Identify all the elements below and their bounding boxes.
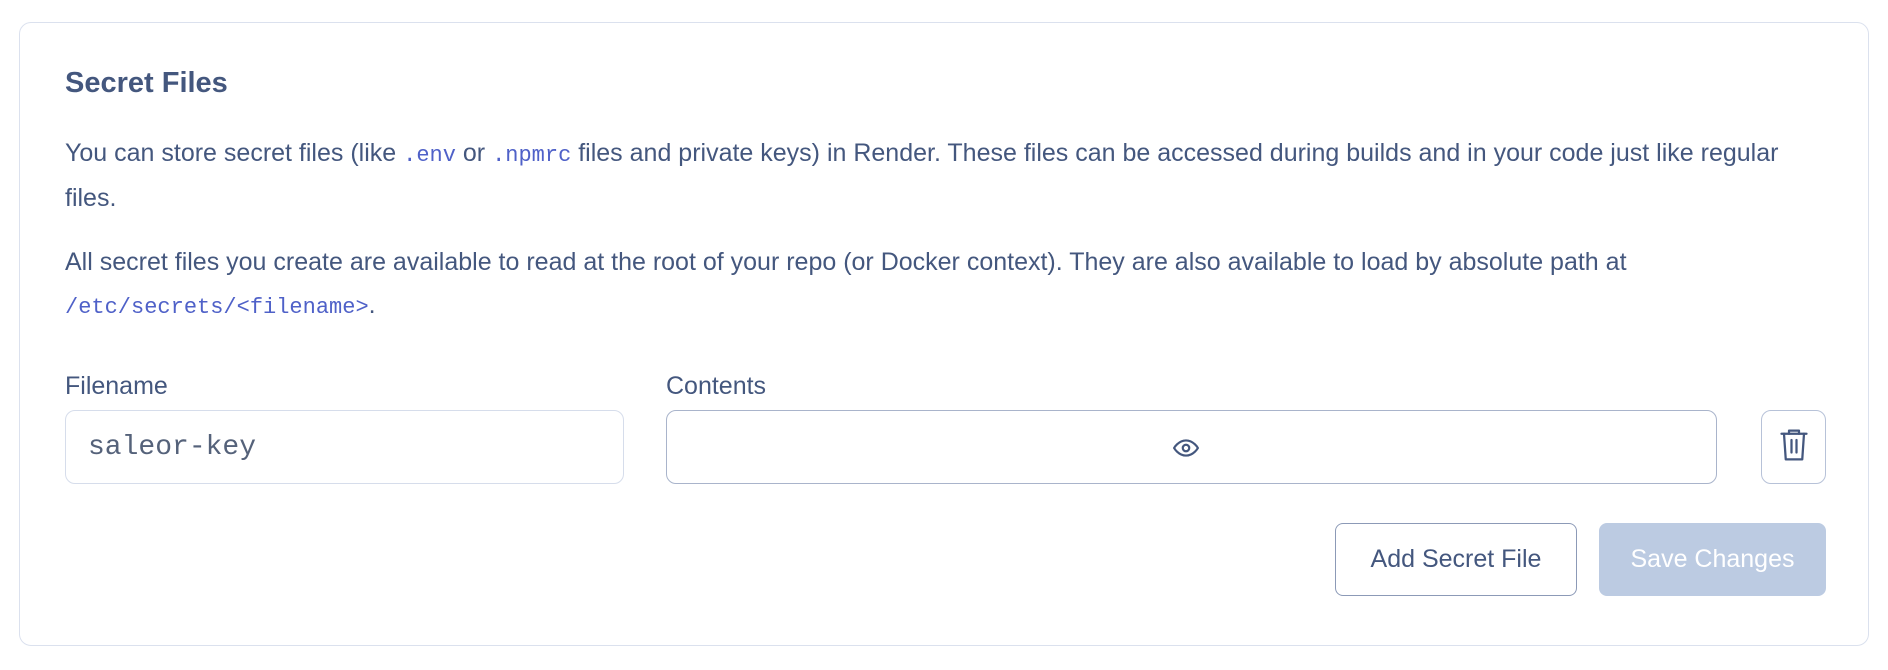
path-text-end: . [368, 291, 376, 319]
path-text: All secret files you create are availabl… [65, 248, 1627, 276]
eye-icon[interactable] [1173, 435, 1199, 461]
contents-label: Contents [666, 372, 767, 400]
description-paragraph: You can store secret files (like .env or… [65, 132, 1825, 220]
trash-icon [1779, 427, 1809, 468]
section-title: Secret Files [65, 67, 228, 99]
code-env: .env [403, 143, 456, 168]
description-text: You can store secret files (like [65, 139, 404, 167]
path-paragraph: All secret files you create are availabl… [65, 241, 1825, 329]
description-text: or [455, 139, 493, 167]
secret-files-card: Secret Files You can store secret files … [19, 22, 1869, 646]
save-changes-button[interactable]: Save Changes [1599, 523, 1826, 596]
code-secrets-path: /etc/secrets/<filename> [65, 295, 369, 320]
filename-label: Filename [65, 372, 168, 400]
code-npmrc: .npmrc [492, 143, 572, 168]
delete-file-button[interactable] [1761, 410, 1826, 484]
contents-input[interactable] [666, 410, 1717, 484]
add-secret-file-button[interactable]: Add Secret File [1335, 523, 1577, 596]
filename-input[interactable] [65, 410, 624, 484]
